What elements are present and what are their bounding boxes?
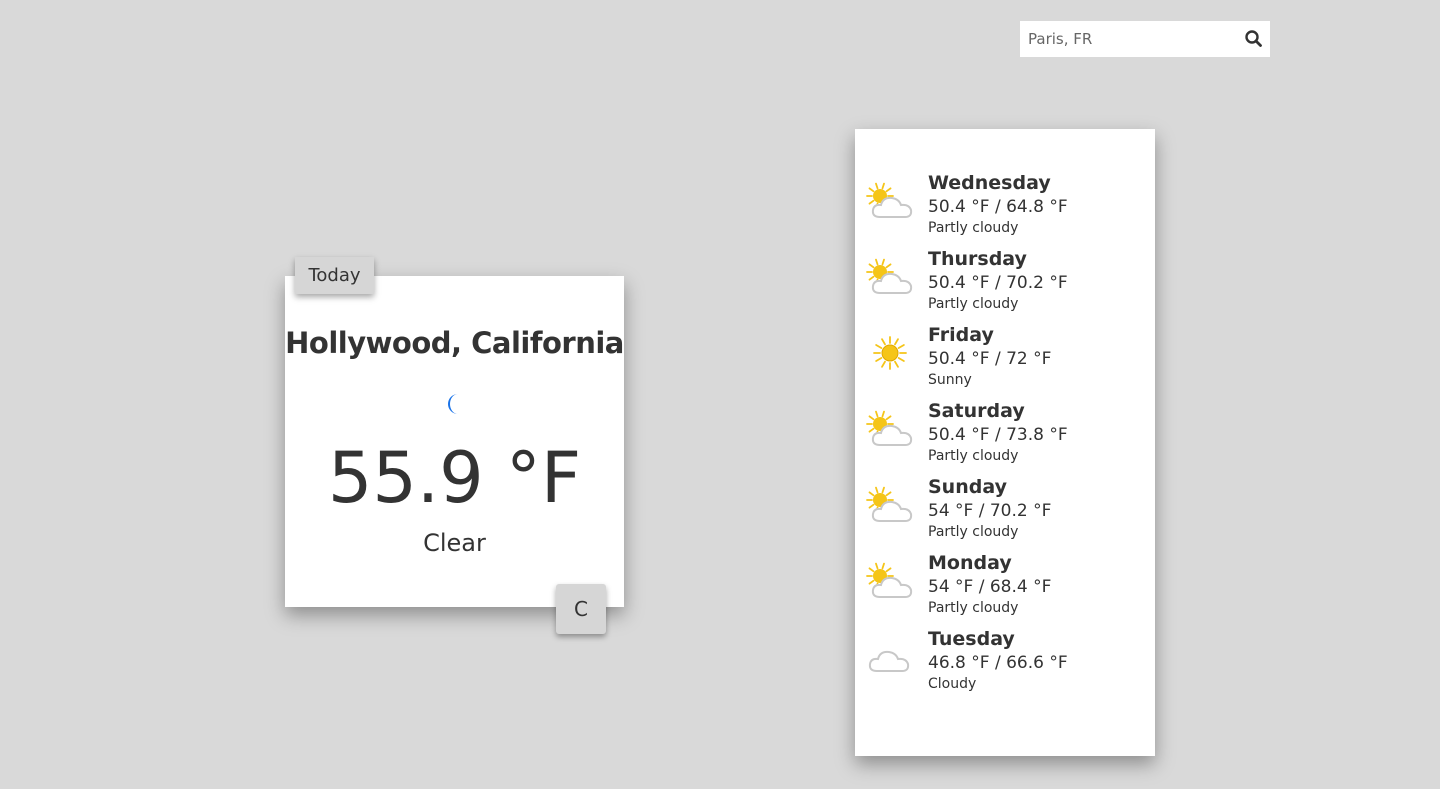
forecast-item: Tuesday 46.8 °F / 66.6 °F Cloudy <box>855 627 1155 703</box>
forecast-day: Tuesday <box>928 628 1015 650</box>
moon-icon <box>440 390 468 418</box>
forecast-panel: Wednesday 50.4 °F / 64.8 °F Partly cloud… <box>855 129 1155 756</box>
forecast-temps: 46.8 °F / 66.6 °F <box>928 653 1068 673</box>
forecast-desc: Partly cloudy <box>928 448 1019 464</box>
today-card: Hollywood, California 55.9 °F Clear <box>285 276 624 607</box>
forecast-day: Friday <box>928 324 994 346</box>
partly-cloudy-icon <box>865 257 915 297</box>
current-temperature: 55.9 °F <box>327 437 582 519</box>
forecast-item: Monday 54 °F / 68.4 °F Partly cloudy <box>855 551 1155 627</box>
forecast-item: Sunday 54 °F / 70.2 °F Partly cloudy <box>855 475 1155 551</box>
sun-icon <box>865 333 915 373</box>
cloud-icon <box>865 637 915 677</box>
forecast-desc: Partly cloudy <box>928 296 1019 312</box>
forecast-day: Saturday <box>928 400 1025 422</box>
forecast-temps: 54 °F / 68.4 °F <box>928 577 1052 597</box>
unit-toggle-button[interactable]: C <box>556 584 606 634</box>
forecast-desc: Partly cloudy <box>928 220 1019 236</box>
forecast-temps: 50.4 °F / 64.8 °F <box>928 197 1068 217</box>
forecast-desc: Cloudy <box>928 676 977 692</box>
partly-cloudy-icon <box>865 409 915 449</box>
forecast-temps: 54 °F / 70.2 °F <box>928 501 1052 521</box>
forecast-temps: 50.4 °F / 73.8 °F <box>928 425 1068 445</box>
forecast-day: Monday <box>928 552 1012 574</box>
partly-cloudy-icon <box>865 485 915 525</box>
forecast-item: Saturday 50.4 °F / 73.8 °F Partly cloudy <box>855 399 1155 475</box>
forecast-item: Friday 50.4 °F / 72 °F Sunny <box>855 323 1155 399</box>
search-input[interactable] <box>1020 21 1240 57</box>
city-name: Hollywood, California <box>285 326 624 360</box>
forecast-day: Wednesday <box>928 172 1051 194</box>
forecast-temps: 50.4 °F / 72 °F <box>928 349 1052 369</box>
forecast-desc: Sunny <box>928 372 972 388</box>
forecast-desc: Partly cloudy <box>928 524 1019 540</box>
forecast-list: Wednesday 50.4 °F / 64.8 °F Partly cloud… <box>855 171 1155 703</box>
partly-cloudy-icon <box>865 561 915 601</box>
search-bar <box>1020 21 1270 57</box>
forecast-item: Thursday 50.4 °F / 70.2 °F Partly cloudy <box>855 247 1155 323</box>
forecast-day: Thursday <box>928 248 1027 270</box>
today-tab: Today <box>295 257 374 294</box>
forecast-item: Wednesday 50.4 °F / 64.8 °F Partly cloud… <box>855 171 1155 247</box>
forecast-desc: Partly cloudy <box>928 600 1019 616</box>
forecast-temps: 50.4 °F / 70.2 °F <box>928 273 1068 293</box>
partly-cloudy-icon <box>865 181 915 221</box>
forecast-day: Sunday <box>928 476 1007 498</box>
current-condition: Clear <box>423 529 486 557</box>
search-icon[interactable] <box>1244 29 1264 49</box>
